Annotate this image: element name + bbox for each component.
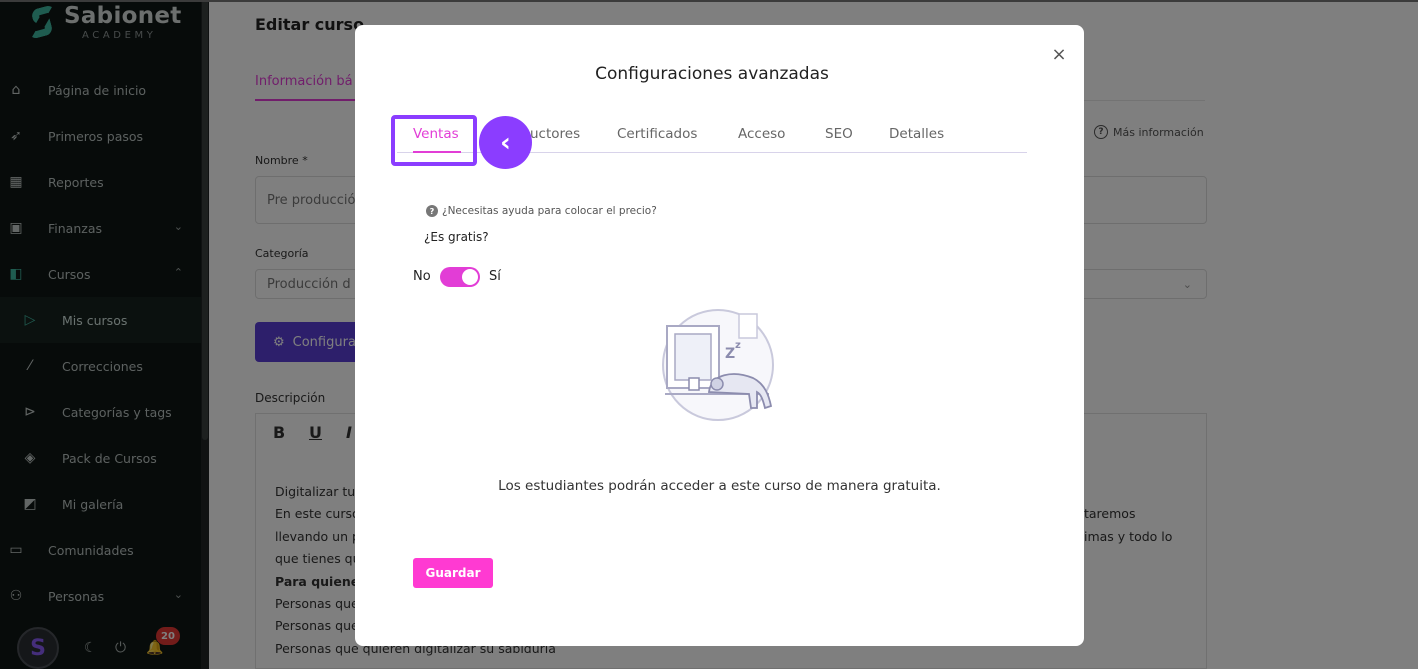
price-help-text: ¿Necesitas ayuda para colocar el precio? [442,205,657,217]
sleeping-cat-illustration: Z z [662,309,774,421]
modal-title: Configuraciones avanzadas [595,64,829,84]
help-circle-icon: ? [426,205,438,217]
toggle-no-label: No [413,269,431,284]
toggle-yes-label: Sí [489,269,501,284]
tutorial-pointer[interactable]: ‹ [479,116,532,169]
tab-seo[interactable]: SEO [825,126,853,142]
is-free-toggle[interactable] [440,267,480,287]
is-free-label: ¿Es gratis? [424,230,489,244]
tab-certificados[interactable]: Certificados [617,126,697,142]
price-help-link[interactable]: ? ¿Necesitas ayuda para colocar el preci… [426,205,657,217]
svg-text:Z: Z [725,346,735,362]
tab-detalles[interactable]: Detalles [889,126,944,142]
svg-text:z: z [735,340,741,351]
free-access-message: Los estudiantes podrán acceder a este cu… [498,478,941,494]
tutorial-highlight-box [391,115,477,166]
toggle-knob [462,269,478,285]
chevron-left-icon: ‹ [500,127,511,158]
tab-acceso[interactable]: Acceso [738,126,785,142]
close-icon[interactable]: × [1049,44,1069,65]
save-button[interactable]: Guardar [413,558,493,588]
tab-instructores[interactable]: uctores [530,126,580,142]
window-top-border [0,0,1418,2]
